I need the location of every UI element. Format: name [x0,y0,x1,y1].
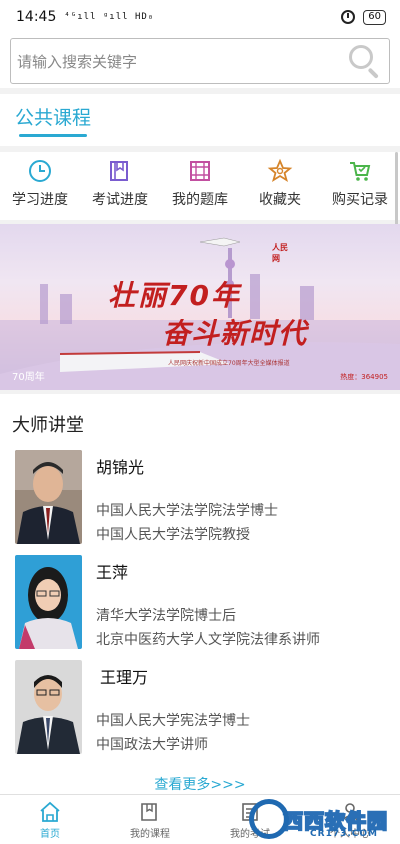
teacher-avatar [15,555,82,649]
status-bar: 14:45 ⁴ᴳıll ᵍıll HD₀ 60 [0,0,400,34]
banner-subtitle: 奋斗新时代 [162,317,308,350]
search-icon[interactable] [347,43,383,79]
question-bank-icon [190,161,210,181]
cart-icon [350,162,371,181]
course-book-icon [141,803,157,821]
teacher-avatar [15,450,82,544]
quick-nav-label: 收藏夹 [259,192,301,208]
teacher-name: 王理万 [100,668,149,687]
watermark-c-icon [249,799,289,839]
quick-nav-purchase-history[interactable]: 购买记录 [320,152,400,220]
tab-active-underline [19,134,87,137]
watermark-subtext: CR173.COM [310,829,378,839]
tab-public-courses[interactable]: 公共课程 [15,103,91,130]
home-icon [40,801,60,822]
promo-banner[interactable]: 人民网 壮丽70年 奋斗新时代 人民网庆祝新中国成立70周年大型全媒体报道 70… [0,224,400,390]
banner-logo: 人民网 [272,243,288,263]
teacher-title: 中国政法大学讲师 [96,737,208,753]
quick-nav-favorites[interactable]: 收藏夹 [240,152,320,220]
section-heading: 大师讲堂 [12,415,84,436]
section-header: 公共课程 [0,94,400,146]
quick-nav-label: 购买记录 [332,192,388,208]
alarm-icon [341,10,356,24]
search-bar: 请输入搜索关键字 [0,34,400,88]
book-icon [110,161,128,181]
teacher-item[interactable]: 王理万 中国人民大学宪法学博士 中国政法大学讲师 [0,660,400,760]
quick-nav-question-bank[interactable]: 我的题库 [160,152,240,220]
teacher-credential: 中国人民大学法学院法学博士 [96,503,278,519]
status-right: 60 [341,9,386,25]
tab-home[interactable]: 首页 [0,795,100,844]
master-lecture-section: 大师讲堂 胡锦光 中国人民大学法学院法学博士 中国人民大学法学院教授 王萍 清华… [0,394,400,794]
quick-nav: 学习进度 考试进度 我的题库 收藏夹 购买记录 [0,152,400,220]
search-placeholder: 请输入搜索关键字 [17,52,138,71]
teacher-credential: 清华大学法学院博士后 [96,608,236,624]
status-left: 14:45 ⁴ᴳıll ᵍıll HD₀ [16,9,154,25]
tab-my-courses[interactable]: 我的课程 [100,795,200,844]
teacher-title: 中国人民大学法学院教授 [96,527,250,543]
tab-label: 我的课程 [130,829,170,840]
signal-indicator: ⁴ᴳıll ᵍıll HD₀ [64,12,155,22]
star-icon [267,158,293,182]
teacher-name: 胡锦光 [96,458,145,477]
teacher-title: 北京中医药大学人文学院法律系讲师 [96,632,320,648]
quick-nav-label: 考试进度 [92,192,148,208]
teacher-avatar [15,660,82,754]
battery-icon: 60 [363,9,386,25]
search-input[interactable]: 请输入搜索关键字 [10,38,390,84]
clock-icon [29,160,51,182]
banner-caption: 人民网庆祝新中国成立70周年大型全媒体报道 [168,360,290,367]
teacher-credential: 中国人民大学宪法学博士 [96,713,250,729]
teacher-name: 王萍 [96,563,129,582]
banner-title: 壮丽70年 [108,279,241,312]
quick-nav-label: 我的题库 [172,192,228,208]
teacher-item[interactable]: 王萍 清华大学法学院博士后 北京中医药大学人文学院法律系讲师 [0,555,400,655]
banner-views: 热度：364905 [340,373,388,381]
banner-tag: 70周年 [12,372,45,383]
teacher-item[interactable]: 胡锦光 中国人民大学法学院法学博士 中国人民大学法学院教授 [0,450,400,550]
status-time: 14:45 [16,9,57,25]
quick-nav-label: 学习进度 [12,192,68,208]
quick-nav-exam-progress[interactable]: 考试进度 [80,152,160,220]
tab-label: 首页 [40,829,60,840]
see-more-link[interactable]: 查看更多>>> [0,774,400,794]
quick-nav-study-progress[interactable]: 学习进度 [0,152,80,220]
